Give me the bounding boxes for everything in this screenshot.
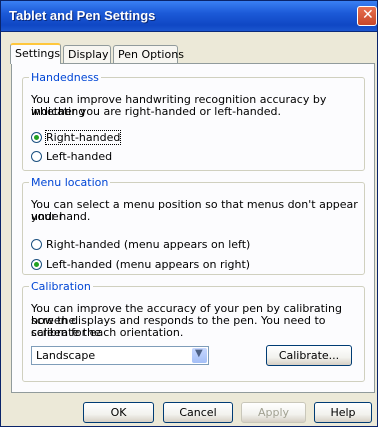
close-button[interactable]: ✕ [357, 6, 377, 26]
calibration-description-3: screen for each orientation. [31, 326, 184, 339]
menu-location-legend: Menu location [29, 176, 111, 189]
orientation-select-value: Landscape [36, 349, 96, 362]
tablet-pen-settings-window: Tablet and Pen Settings ✕ Settings Displ… [0, 0, 378, 427]
calibrate-button[interactable]: Calibrate... [266, 345, 352, 366]
tab-pen-options[interactable]: Pen Options [113, 45, 184, 63]
handedness-description-2: whether you are right-handed or left-han… [31, 105, 281, 118]
settings-panel: Handedness You can improve handwriting r… [11, 63, 375, 393]
calibration-group: Calibration You can improve the accuracy… [22, 280, 365, 382]
radio-menu-left-handed-label: Left-handed (menu appears on right) [46, 257, 251, 271]
radio-menu-right-handed[interactable]: Right-handed (menu appears on left) [31, 237, 250, 251]
calibration-legend: Calibration [29, 280, 93, 293]
radio-left-handed-label: Left-handed [46, 149, 113, 163]
radio-menu-right-handed-label: Right-handed (menu appears on left) [46, 237, 251, 251]
dropdown-arrow[interactable]: ▼ [192, 348, 207, 363]
handedness-group: Handedness You can improve handwriting r… [22, 71, 365, 171]
radio-unselected-icon [31, 150, 42, 162]
handedness-legend: Handedness [29, 71, 101, 84]
ok-button[interactable]: OK [83, 402, 154, 423]
radio-right-handed-label: Right-handed [44, 129, 122, 145]
menu-location-group: Menu location You can select a menu posi… [22, 176, 365, 275]
window-title: Tablet and Pen Settings [9, 8, 156, 23]
tab-settings[interactable]: Settings [10, 43, 61, 64]
chevron-down-icon: ▼ [195, 348, 203, 359]
apply-button[interactable]: Apply [241, 402, 306, 423]
radio-selected-icon [31, 131, 42, 143]
cancel-button[interactable]: Cancel [163, 402, 233, 423]
help-button[interactable]: Help [314, 402, 372, 423]
radio-selected-icon [31, 258, 42, 270]
radio-right-handed[interactable]: Right-handed [31, 129, 122, 145]
title-bar[interactable]: Tablet and Pen Settings ✕ [1, 1, 377, 32]
radio-left-handed[interactable]: Left-handed [31, 149, 112, 163]
menu-location-description-2: your hand. [31, 210, 91, 223]
radio-menu-left-handed[interactable]: Left-handed (menu appears on right) [31, 257, 250, 271]
orientation-select[interactable]: Landscape ▼ [31, 346, 209, 365]
close-icon: ✕ [362, 7, 374, 23]
radio-unselected-icon [31, 238, 42, 250]
tab-display[interactable]: Display [63, 45, 111, 63]
